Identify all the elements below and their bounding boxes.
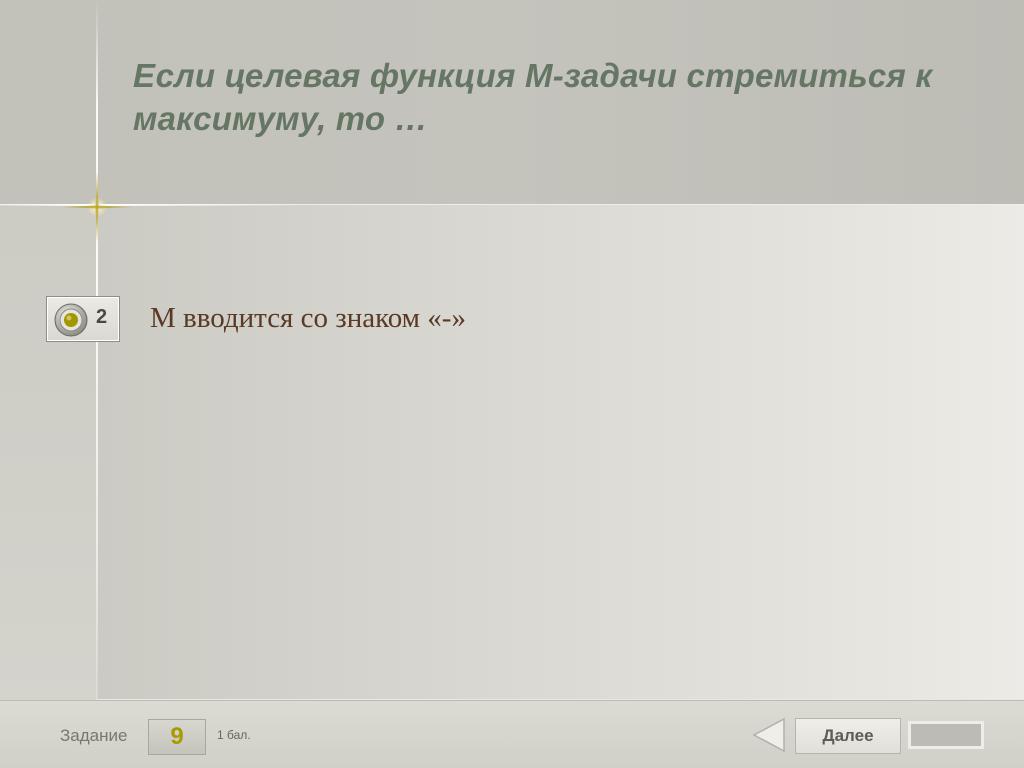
task-label: Задание [60, 726, 128, 745]
answer-number: 2 [96, 306, 108, 328]
task-number-box: 9 [148, 719, 206, 755]
next-button-label: Далее [822, 726, 874, 745]
end-button[interactable] [908, 721, 984, 749]
task-number: 9 [170, 723, 184, 750]
answer-text: М вводится со знаком «-» [150, 302, 466, 334]
content-panel [97, 205, 1024, 699]
footer-bar: Задание 9 1 бал. Далее [0, 700, 1024, 768]
slide-title: Если целевая функция М-задачи стремиться… [133, 57, 933, 137]
next-button[interactable]: Далее [795, 718, 901, 754]
sparkle-icon [62, 172, 132, 242]
radio-circle-icon [54, 303, 88, 337]
decor-horizontal-line [0, 204, 300, 206]
answer-number-badge: 2 [46, 296, 120, 342]
points-label: 1 бал. [217, 728, 251, 742]
back-arrow-icon[interactable] [752, 717, 786, 753]
decor-vertical-line [96, 0, 98, 700]
